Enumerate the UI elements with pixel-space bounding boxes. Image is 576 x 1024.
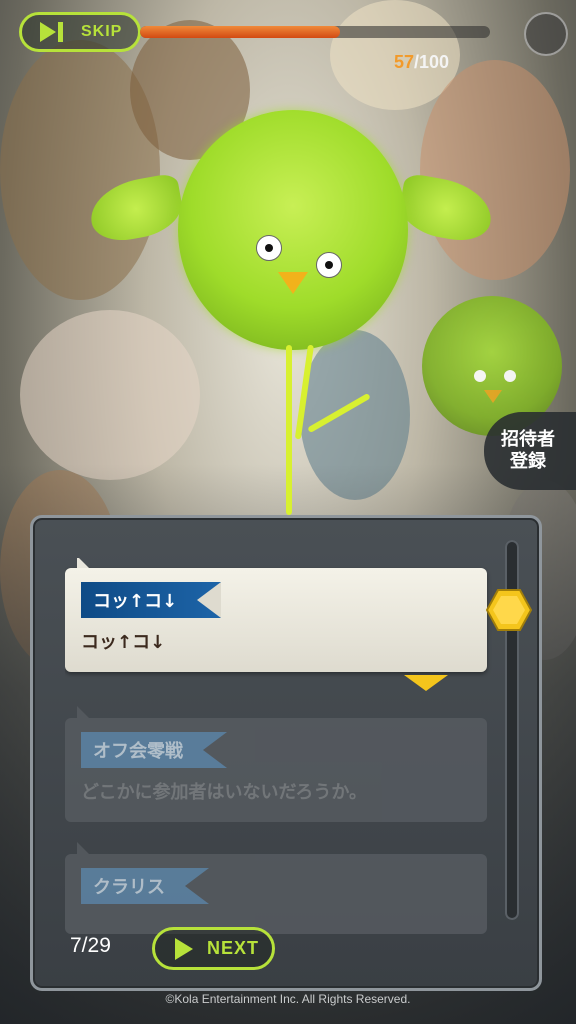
dialog-entry: クラリス: [65, 842, 487, 934]
dialog-entry-active: コッ↑コ↓ コッ↑コ↓: [65, 558, 487, 672]
hexagon-scroll-thumb-icon[interactable]: [486, 588, 532, 632]
speaker-nametag: コッ↑コ↓: [81, 582, 222, 618]
dialog-log-list[interactable]: コッ↑コ↓ コッ↑コ↓ オフ会零戦 どこかに参加者はいないだろうか。 クラリス: [65, 558, 505, 934]
dialog-entry: オフ会零戦 どこかに参加者はいないだろうか。: [65, 706, 487, 822]
invite-label-line1: 招待者: [501, 429, 555, 450]
speaker-nametag: クラリス: [81, 868, 209, 904]
invite-label-line2: 登録: [510, 451, 546, 472]
dialog-text: コッ↑コ↓: [81, 632, 166, 653]
menu-icon[interactable]: [524, 12, 568, 56]
skip-button[interactable]: SKIP: [19, 12, 141, 52]
green-bird-character: [85, 110, 497, 520]
next-label: NEXT: [207, 938, 260, 958]
speaker-name: オフ会零戦: [93, 741, 183, 762]
copyright-text: ©Kola Entertainment Inc. All Rights Rese…: [165, 992, 411, 1006]
dialog-text: どこかに参加者はいないだろうか。: [81, 782, 368, 803]
invite-register-button[interactable]: 招待者 登録: [484, 412, 576, 490]
down-arrow-indicator-icon: [404, 675, 448, 691]
progress-fill: [140, 26, 340, 38]
speaker-nametag: オフ会零戦: [81, 732, 227, 768]
next-button[interactable]: NEXT: [152, 927, 275, 970]
play-icon: [40, 22, 56, 42]
skip-label: SKIP: [81, 23, 123, 40]
speaker-name: クラリス: [93, 877, 165, 898]
speaker-name: コッ↑コ↓: [93, 591, 178, 612]
progress-bar: [140, 26, 490, 38]
progress-counter: 57/100: [394, 52, 449, 73]
page-counter: 7/29: [70, 934, 111, 957]
play-icon: [175, 937, 193, 960]
progress-total: /100: [414, 52, 450, 72]
progress-current: 57: [394, 52, 415, 72]
dialog-log-panel: コッ↑コ↓ コッ↑コ↓ オフ会零戦 どこかに参加者はいないだろうか。 クラリス: [30, 515, 542, 991]
skip-bar-icon: [58, 22, 63, 42]
